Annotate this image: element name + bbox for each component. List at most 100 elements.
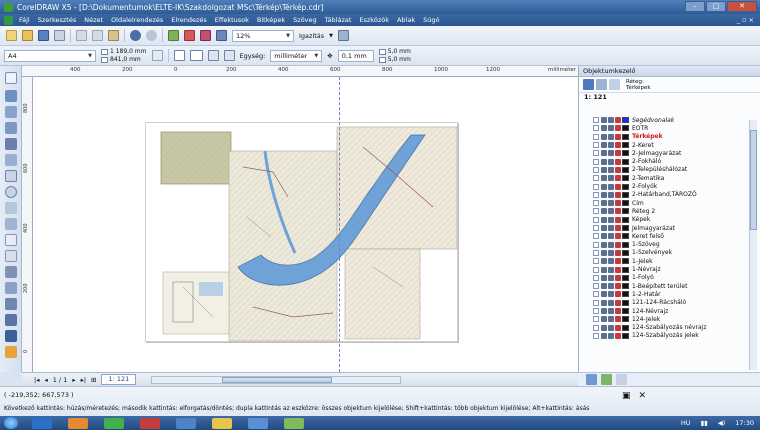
vertical-ruler[interactable]: 800 600 400 200 0 (22, 77, 33, 372)
lock-toggle-icon[interactable] (615, 158, 621, 165)
lock-toggle-icon[interactable] (615, 332, 621, 339)
docker-vertical-scrollbar[interactable] (749, 120, 757, 370)
menu-window[interactable]: Ablak (397, 16, 415, 24)
expand-toggle-icon[interactable] (593, 291, 599, 298)
print-toggle-icon[interactable] (608, 308, 614, 315)
visibility-eye-icon[interactable] (601, 125, 607, 132)
undo-icon[interactable] (130, 30, 141, 41)
expand-toggle-icon[interactable] (593, 142, 599, 149)
layer-color-swatch[interactable] (622, 216, 629, 223)
visibility-eye-icon[interactable] (601, 191, 607, 198)
layer-row[interactable]: 2-Folyók (593, 182, 657, 190)
visibility-eye-icon[interactable] (601, 258, 607, 265)
scanned-map-image[interactable] (33, 77, 578, 372)
print-toggle-icon[interactable] (608, 249, 614, 256)
print-toggle-icon[interactable] (608, 150, 614, 157)
zoom-level-select[interactable]: 12% ▼ (232, 29, 294, 42)
print-toggle-icon[interactable] (608, 142, 614, 149)
lock-toggle-icon[interactable] (615, 133, 621, 140)
lock-toggle-icon[interactable] (615, 142, 621, 149)
expand-toggle-icon[interactable] (593, 117, 599, 124)
horizontal-scroll-thumb[interactable] (222, 376, 333, 383)
print-toggle-icon[interactable] (608, 166, 614, 173)
layer-row[interactable]: 124-Szabályozás jelek (593, 332, 699, 340)
expand-toggle-icon[interactable] (593, 200, 599, 207)
lock-toggle-icon[interactable] (615, 216, 621, 223)
visibility-eye-icon[interactable] (601, 158, 607, 165)
new-master-layer-icon[interactable] (601, 374, 612, 385)
layer-color-swatch[interactable] (622, 117, 629, 124)
layer-color-swatch[interactable] (622, 233, 629, 240)
start-button[interactable] (4, 417, 18, 429)
menu-help[interactable]: Súgó (423, 16, 439, 24)
expand-toggle-icon[interactable] (593, 324, 599, 331)
layer-manager-icon[interactable] (609, 79, 620, 90)
page-width-field[interactable]: 1 189,0 mm (101, 48, 147, 56)
language-indicator[interactable]: HU (681, 419, 691, 427)
vertical-guideline[interactable] (339, 77, 340, 372)
expand-toggle-icon[interactable] (593, 225, 599, 232)
lock-toggle-icon[interactable] (615, 208, 621, 215)
print-toggle-icon[interactable] (608, 241, 614, 248)
visibility-eye-icon[interactable] (601, 316, 607, 323)
layer-row[interactable]: Cím (593, 199, 644, 207)
ellipse-tool-icon[interactable] (5, 186, 17, 198)
expand-toggle-icon[interactable] (593, 216, 599, 223)
menu-bitmaps[interactable]: Bitképek (257, 16, 285, 24)
lock-toggle-icon[interactable] (615, 291, 621, 298)
shape-tool-icon[interactable] (5, 90, 17, 102)
new-document-icon[interactable] (6, 30, 17, 41)
layer-row[interactable]: 2-Fokháló (593, 158, 661, 166)
layer-row[interactable]: 2-Jelmagyarázat (593, 149, 681, 157)
menu-view[interactable]: Nézet (84, 16, 103, 24)
visibility-eye-icon[interactable] (601, 308, 607, 315)
print-toggle-icon[interactable] (608, 258, 614, 265)
layer-row[interactable]: 1-Folyó (593, 274, 654, 282)
layer-row[interactable]: 2-Településhálózat (593, 166, 687, 174)
print-toggle-icon[interactable] (608, 175, 614, 182)
drawing-canvas[interactable] (33, 77, 578, 372)
welcome-screen-icon[interactable] (216, 30, 227, 41)
layer-color-swatch[interactable] (622, 308, 629, 315)
visibility-eye-icon[interactable] (601, 150, 607, 157)
rectangle-tool-icon[interactable] (5, 170, 17, 182)
open-folder-icon[interactable] (22, 30, 33, 41)
taskbar-coreldraw-icon[interactable] (104, 417, 124, 429)
layer-color-swatch[interactable] (622, 208, 629, 215)
print-toggle-icon[interactable] (608, 125, 614, 132)
lock-toggle-icon[interactable] (615, 183, 621, 190)
lock-toggle-icon[interactable] (615, 166, 621, 173)
print-toggle-icon[interactable] (608, 324, 614, 331)
taskbar-photo-icon[interactable] (284, 417, 304, 429)
visibility-eye-icon[interactable] (601, 283, 607, 290)
lock-toggle-icon[interactable] (615, 175, 621, 182)
layer-color-swatch[interactable] (622, 200, 629, 207)
lock-toggle-icon[interactable] (615, 191, 621, 198)
layer-row[interactable]: 1-2-Határ (593, 290, 661, 298)
print-toggle-icon[interactable] (608, 299, 614, 306)
taskbar-app-icon[interactable] (140, 417, 160, 429)
document-page-node[interactable]: 1: 121 (579, 93, 760, 102)
last-page-icon[interactable]: ▸| (81, 376, 86, 384)
next-page-icon[interactable]: ▸ (72, 376, 75, 384)
eyedropper-icon[interactable] (5, 314, 17, 326)
application-launcher-icon[interactable] (200, 30, 211, 41)
import-icon[interactable] (168, 30, 179, 41)
lock-toggle-icon[interactable] (615, 125, 621, 132)
portrait-icon[interactable] (173, 50, 185, 61)
taskbar-window-icon[interactable] (248, 417, 268, 429)
horizontal-scrollbar[interactable] (151, 375, 402, 384)
layer-color-swatch[interactable] (622, 249, 629, 256)
visibility-eye-icon[interactable] (601, 166, 607, 173)
lock-toggle-icon[interactable] (615, 225, 621, 232)
layer-color-swatch[interactable] (622, 150, 629, 157)
menu-layout[interactable]: Oldalelrendezés (111, 16, 163, 24)
visibility-eye-icon[interactable] (601, 241, 607, 248)
dimension-tool-icon[interactable] (5, 266, 17, 278)
layer-row[interactable]: 1-Beépített terület (593, 282, 687, 290)
expand-toggle-icon[interactable] (593, 233, 599, 240)
layer-row[interactable]: 2-Keret (593, 141, 654, 149)
visibility-eye-icon[interactable] (601, 183, 607, 190)
print-toggle-icon[interactable] (608, 158, 614, 165)
layer-color-swatch[interactable] (622, 133, 629, 140)
